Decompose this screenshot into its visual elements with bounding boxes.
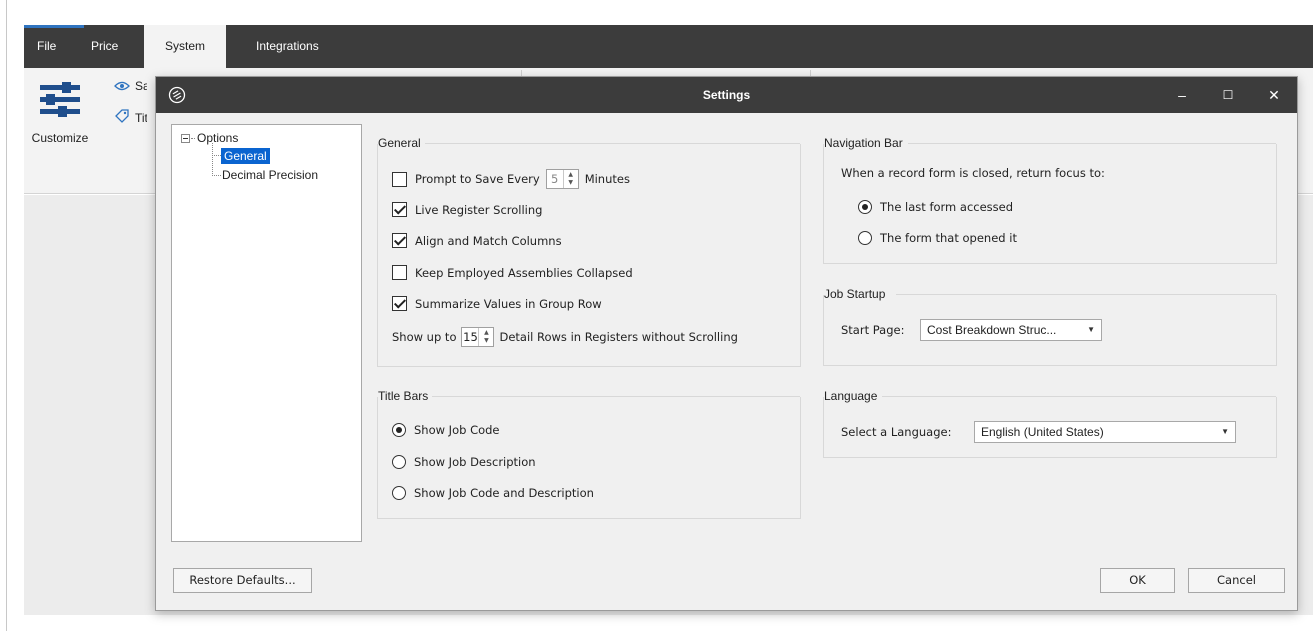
show-job-description-label: Show Job Description bbox=[414, 455, 536, 469]
prompt-save-minutes-stepper[interactable]: 5 ▲ ▼ bbox=[545, 169, 579, 189]
ribbon-title-item[interactable]: Tit bbox=[114, 108, 154, 126]
prompt-save-minutes-value: 5 bbox=[551, 172, 559, 186]
live-register-row: Live Register Scrolling bbox=[392, 202, 542, 217]
chevron-down-icon: ▼ bbox=[1087, 325, 1095, 334]
group-border bbox=[428, 396, 800, 397]
tab-system[interactable]: System bbox=[144, 25, 227, 68]
group-border bbox=[896, 294, 1276, 295]
ribbon-save-label: Sa bbox=[135, 79, 147, 93]
show-up-to-label: Show up to bbox=[392, 330, 457, 344]
prompt-save-label: Prompt to Save Every bbox=[415, 172, 540, 186]
group-border bbox=[908, 143, 1276, 144]
language-group-title: Language bbox=[824, 389, 882, 403]
navigation-option-row: The form that opened it bbox=[858, 231, 1017, 245]
tree-connector bbox=[191, 138, 195, 139]
align-match-columns-label: Align and Match Columns bbox=[415, 233, 562, 248]
show-job-description-radio[interactable] bbox=[392, 455, 406, 469]
tab-file[interactable]: File bbox=[37, 25, 56, 68]
ribbon-title-label: Tit bbox=[135, 111, 147, 125]
minimize-button[interactable]: – bbox=[1159, 77, 1205, 113]
general-group-title: General bbox=[378, 136, 425, 150]
navigation-prompt: When a record form is closed, return foc… bbox=[841, 166, 1105, 180]
tab-price[interactable]: Price bbox=[91, 25, 118, 68]
group-border bbox=[422, 143, 800, 144]
keep-collapsed-row: Keep Employed Assemblies Collapsed bbox=[392, 265, 633, 280]
job-startup-group-title: Job Startup bbox=[824, 287, 890, 301]
summarize-values-checkbox[interactable] bbox=[392, 296, 407, 311]
maximize-button[interactable]: ☐ bbox=[1205, 77, 1251, 113]
language-value: English (United States) bbox=[981, 425, 1104, 439]
collapse-icon[interactable] bbox=[181, 134, 190, 143]
spin-arrows-icon[interactable]: ▲ ▼ bbox=[478, 328, 493, 346]
title-bar-option-row: Show Job Code and Description bbox=[392, 486, 594, 500]
tree-node-options[interactable]: Options bbox=[197, 131, 238, 145]
cancel-button[interactable]: Cancel bbox=[1188, 568, 1285, 593]
title-bars-group: Title Bars Show Job Code Show Job Descri… bbox=[377, 389, 801, 519]
options-tree[interactable]: Options General Decimal Precision bbox=[171, 124, 362, 542]
navigation-bar-group: Navigation Bar When a record form is clo… bbox=[823, 136, 1277, 264]
language-group: Language Select a Language: English (Uni… bbox=[823, 389, 1277, 458]
dialog-title: Settings bbox=[702, 88, 751, 102]
customize-button[interactable]: Customize bbox=[24, 68, 98, 158]
tree-connector bbox=[212, 143, 213, 176]
show-job-code-and-description-label: Show Job Code and Description bbox=[414, 486, 594, 500]
language-dropdown[interactable]: English (United States) ▼ bbox=[974, 421, 1236, 443]
tag-icon bbox=[115, 109, 129, 123]
language-label: Select a Language: bbox=[841, 425, 952, 439]
settings-dialog: Settings – ☐ ✕ Options General Decimal P… bbox=[155, 76, 1298, 611]
title-bars-group-title: Title Bars bbox=[378, 389, 433, 403]
tree-node-decimal-precision[interactable]: Decimal Precision bbox=[222, 168, 318, 182]
dialog-titlebar[interactable]: Settings – ☐ ✕ bbox=[156, 77, 1297, 113]
eye-icon bbox=[114, 81, 130, 91]
detail-rows-stepper[interactable]: 15 ▲ ▼ bbox=[461, 327, 495, 347]
ribbon-save-item[interactable]: Sa bbox=[114, 78, 154, 96]
title-bar-option-row: Show Job Description bbox=[392, 455, 536, 469]
detail-rows-value: 15 bbox=[463, 330, 478, 344]
show-job-code-and-description-radio[interactable] bbox=[392, 486, 406, 500]
live-register-scrolling-checkbox[interactable] bbox=[392, 202, 407, 217]
tab-integrations[interactable]: Integrations bbox=[256, 25, 319, 68]
app-tab-bar: File Price System Integrations bbox=[24, 25, 1313, 68]
navigation-bar-group-title: Navigation Bar bbox=[824, 136, 907, 150]
align-columns-row: Align and Match Columns bbox=[392, 233, 562, 248]
title-bar-option-row: Show Job Code bbox=[392, 423, 500, 437]
summarize-values-label: Summarize Values in Group Row bbox=[415, 296, 602, 311]
general-group: General Prompt to Save Every 5 ▲ ▼ Minute… bbox=[377, 136, 801, 367]
last-form-accessed-label: The last form accessed bbox=[880, 200, 1014, 214]
form-that-opened-radio[interactable] bbox=[858, 231, 872, 245]
tree-connector bbox=[212, 155, 221, 156]
minutes-label: Minutes bbox=[584, 172, 630, 186]
detail-rows-label: Detail Rows in Registers without Scrolli… bbox=[499, 330, 738, 344]
tree-connector bbox=[212, 175, 221, 176]
close-button[interactable]: ✕ bbox=[1251, 77, 1297, 113]
live-register-scrolling-label: Live Register Scrolling bbox=[415, 202, 543, 217]
restore-defaults-button[interactable]: Restore Defaults... bbox=[173, 568, 312, 593]
prompt-save-checkbox[interactable] bbox=[392, 171, 407, 187]
keep-collapsed-label: Keep Employed Assemblies Collapsed bbox=[415, 265, 633, 280]
group-border bbox=[882, 396, 1276, 397]
spin-arrows-icon[interactable]: ▲ ▼ bbox=[562, 170, 578, 188]
start-page-label: Start Page: bbox=[841, 323, 905, 337]
chevron-down-icon: ▼ bbox=[1221, 427, 1229, 436]
sliders-icon bbox=[40, 82, 80, 117]
show-up-to-row: Show up to 15 ▲ ▼ Detail Rows in Register… bbox=[392, 327, 738, 347]
job-startup-group: Job Startup Start Page: Cost Breakdown S… bbox=[823, 287, 1277, 366]
align-match-columns-checkbox[interactable] bbox=[392, 233, 407, 248]
start-page-value: Cost Breakdown Struc... bbox=[927, 323, 1057, 337]
keep-collapsed-checkbox[interactable] bbox=[392, 265, 407, 280]
show-job-code-label: Show Job Code bbox=[414, 423, 500, 437]
form-that-opened-label: The form that opened it bbox=[880, 231, 1017, 245]
ok-button[interactable]: OK bbox=[1100, 568, 1175, 593]
tree-node-general[interactable]: General bbox=[221, 148, 270, 164]
last-form-accessed-radio[interactable] bbox=[858, 200, 872, 214]
customize-label: Customize bbox=[31, 131, 89, 145]
start-page-dropdown[interactable]: Cost Breakdown Struc... ▼ bbox=[920, 319, 1102, 341]
navigation-option-row: The last form accessed bbox=[858, 200, 1013, 214]
prompt-save-row: Prompt to Save Every 5 ▲ ▼ Minutes bbox=[392, 169, 630, 189]
summarize-values-row: Summarize Values in Group Row bbox=[392, 296, 602, 311]
show-job-code-radio[interactable] bbox=[392, 423, 406, 437]
